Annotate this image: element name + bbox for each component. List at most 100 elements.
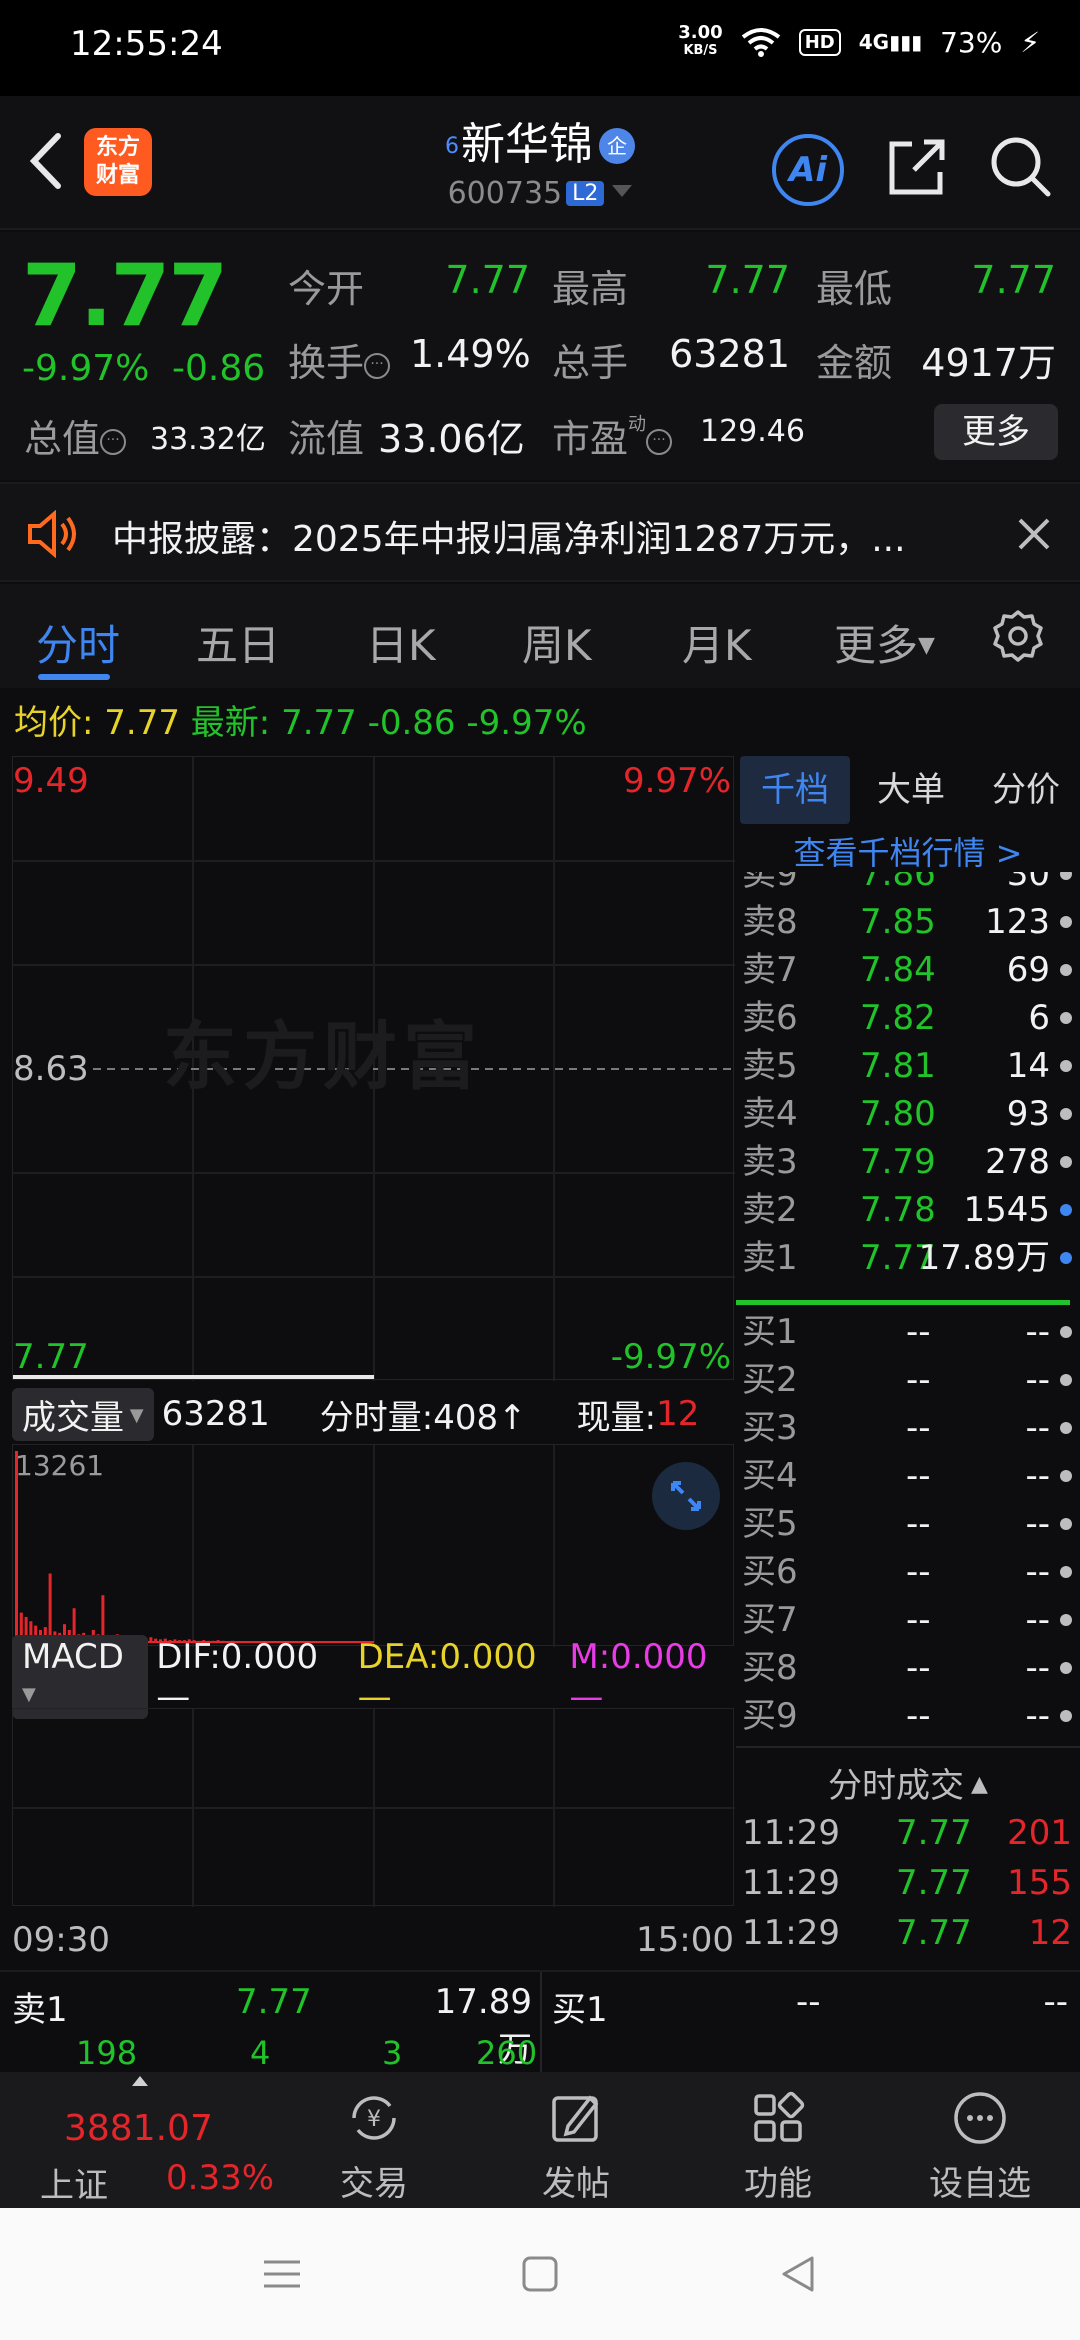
order-dot-icon bbox=[1060, 1614, 1072, 1626]
order-volume: -- bbox=[1025, 1552, 1050, 1592]
sell-order-row[interactable]: 卖9 7.86 30 bbox=[736, 872, 1080, 898]
ticker-queue-row: 198 4 3 260 bbox=[0, 2034, 540, 2074]
order-dot-icon bbox=[1060, 1518, 1072, 1530]
expand-icon[interactable] bbox=[651, 1461, 721, 1531]
pe-label[interactable]: 市盈动··· bbox=[552, 408, 673, 463]
book-tab-price-dist[interactable]: 分价 bbox=[972, 756, 1080, 824]
order-price: -- bbox=[906, 1312, 931, 1352]
nav-trade[interactable]: ¥ 交易 bbox=[274, 2072, 474, 2208]
sell-order-row[interactable]: 卖7 7.84 69 bbox=[736, 946, 1080, 994]
info-icon[interactable]: ··· bbox=[100, 429, 127, 455]
chart-watermark: 东方财富 bbox=[163, 1014, 483, 1100]
info-icon[interactable]: ··· bbox=[646, 429, 673, 455]
tab-more[interactable]: 更多▼ bbox=[834, 612, 935, 673]
sell-order-row[interactable]: 卖1 7.77 17.89万 bbox=[736, 1234, 1080, 1282]
index-widget[interactable]: 3881.07 上证 0.33% bbox=[0, 2072, 280, 2208]
volume-header: 成交量 ▼ 63281 分时量:408↑ 现量: 12 bbox=[12, 1384, 734, 1444]
sell-order-row[interactable]: 卖3 7.79 278 bbox=[736, 1138, 1080, 1186]
amount-label: 金额 bbox=[816, 341, 893, 385]
charging-icon: ⚡ bbox=[1020, 25, 1040, 59]
tick-time: 11:29 bbox=[742, 1913, 840, 1953]
order-price: 7.85 bbox=[860, 902, 936, 942]
sell-order-row[interactable]: 卖8 7.85 123 bbox=[736, 898, 1080, 946]
now-volume-label: 现量: bbox=[576, 1397, 657, 1438]
tick-row[interactable]: 11:29 7.77 201 bbox=[736, 1808, 1080, 1858]
buy-order-row[interactable]: 买6 -- -- bbox=[736, 1548, 1080, 1596]
ticker-buy-price: -- bbox=[796, 1982, 821, 2022]
tick-row[interactable]: 11:29 7.77 155 bbox=[736, 1858, 1080, 1908]
order-volume: -- bbox=[1025, 1600, 1050, 1640]
ai-button[interactable]: Ai bbox=[772, 134, 844, 206]
tick-price: 7.77 bbox=[896, 1863, 972, 1903]
signal-icon: 4G▮▮▮ bbox=[858, 30, 923, 54]
buy-order-row[interactable]: 买5 -- -- bbox=[736, 1500, 1080, 1548]
buy-order-row[interactable]: 买4 -- -- bbox=[736, 1452, 1080, 1500]
ticks-title[interactable]: 分时成交 ▲ bbox=[736, 1758, 1080, 1807]
depth-ticker: 卖1 7.77 17.89万 买1 -- -- 198 4 3 260 bbox=[0, 1970, 1080, 2074]
search-icon[interactable] bbox=[986, 132, 1056, 202]
tab-weekly-k[interactable]: 周K bbox=[522, 612, 592, 673]
buy-order-row[interactable]: 买8 -- -- bbox=[736, 1644, 1080, 1692]
book-tab-depth[interactable]: 千档 bbox=[740, 756, 850, 824]
notice-bar[interactable]: 中报披露：2025年中报归属净利润1287万元，... bbox=[0, 482, 1080, 582]
buy-order-row[interactable]: 买2 -- -- bbox=[736, 1356, 1080, 1404]
corp-badge: 企 bbox=[599, 128, 635, 164]
tab-monthly-k[interactable]: 月K bbox=[682, 612, 752, 673]
tab-daily-k[interactable]: 日K bbox=[366, 612, 436, 673]
menu-icon[interactable] bbox=[262, 2254, 302, 2294]
nav-post[interactable]: 发帖 bbox=[476, 2072, 676, 2208]
order-level-label: 卖4 bbox=[742, 1094, 798, 1134]
ticker-buy-label: 买1 bbox=[552, 1990, 608, 2030]
tab-intraday[interactable]: 分时 bbox=[36, 612, 120, 673]
amount-value: 4917万 bbox=[921, 341, 1056, 385]
close-icon[interactable] bbox=[1014, 514, 1054, 554]
mktcap-label-text: 总值 bbox=[24, 417, 101, 461]
notice-text[interactable]: 中报披露：2025年中报归属净利润1287万元，... bbox=[112, 510, 942, 562]
buy-order-row[interactable]: 买9 -- -- bbox=[736, 1692, 1080, 1740]
more-dots-icon bbox=[954, 2092, 1006, 2144]
macd-dea: DEA:0.000— bbox=[357, 1637, 537, 1717]
index-name: 上证 bbox=[40, 2166, 108, 2206]
high-label: 最高 bbox=[552, 267, 629, 311]
back-icon[interactable] bbox=[778, 2254, 818, 2294]
latest-percent: -9.97% bbox=[466, 703, 587, 743]
wifi-icon bbox=[741, 28, 780, 57]
macd-indicator-select[interactable]: MACD ▼ bbox=[12, 1635, 149, 1719]
tick-list[interactable]: 11:29 7.77 201 11:29 7.77 155 11:29 7.77 12 bbox=[736, 1808, 1080, 1964]
order-volume: -- bbox=[1025, 1456, 1050, 1496]
turnover-label[interactable]: 换手 ··· bbox=[288, 332, 391, 387]
nav-add-watchlist[interactable]: 设自选 bbox=[880, 2072, 1080, 2208]
latest-value: 7.77 bbox=[281, 703, 357, 743]
order-level-label: 卖5 bbox=[742, 1046, 798, 1086]
y-axis-bottom-pct: -9.97% bbox=[610, 1337, 731, 1377]
tick-price: 7.77 bbox=[896, 1813, 972, 1853]
ticks-divider bbox=[736, 1746, 1080, 1748]
sell-order-row[interactable]: 卖2 7.78 1545 bbox=[736, 1186, 1080, 1234]
order-dot-icon bbox=[1060, 916, 1072, 928]
volume-chart[interactable]: 13261 bbox=[12, 1444, 734, 1647]
intraday-chart[interactable]: 东方财富 9.49 9.97% 8.63 7.77 -9.97% bbox=[12, 756, 735, 1381]
buy-order-row[interactable]: 买1 -- -- bbox=[736, 1308, 1080, 1356]
share-icon[interactable] bbox=[882, 132, 952, 202]
buy-order-row[interactable]: 买3 -- -- bbox=[736, 1404, 1080, 1452]
info-icon[interactable]: ··· bbox=[364, 353, 391, 379]
view-depth-link[interactable]: 查看千档行情 > bbox=[736, 828, 1080, 874]
nav-trade-label: 交易 bbox=[340, 2164, 408, 2204]
macd-chart[interactable] bbox=[12, 1708, 735, 1907]
chevron-down-icon[interactable] bbox=[612, 185, 633, 197]
book-tab-big-orders[interactable]: 大单 bbox=[856, 756, 966, 824]
float-label: 流值 bbox=[288, 417, 365, 461]
tab-five-day[interactable]: 五日 bbox=[196, 612, 280, 673]
more-button[interactable]: 更多 bbox=[934, 404, 1058, 460]
buy-order-row[interactable]: 买7 -- -- bbox=[736, 1596, 1080, 1644]
sell-order-row[interactable]: 卖4 7.80 93 bbox=[736, 1090, 1080, 1138]
gear-icon[interactable] bbox=[990, 608, 1046, 664]
home-icon[interactable] bbox=[520, 2254, 560, 2294]
tick-row[interactable]: 11:29 7.77 12 bbox=[736, 1908, 1080, 1958]
stock-code: 600735 bbox=[447, 176, 563, 211]
sell-order-row[interactable]: 卖6 7.82 6 bbox=[736, 994, 1080, 1042]
sell-order-row[interactable]: 卖5 7.81 14 bbox=[736, 1042, 1080, 1090]
nav-functions[interactable]: 功能 bbox=[678, 2072, 878, 2208]
mktcap-label[interactable]: 总值 ··· bbox=[24, 408, 127, 463]
volume-indicator-select[interactable]: 成交量 ▼ bbox=[12, 1387, 154, 1441]
